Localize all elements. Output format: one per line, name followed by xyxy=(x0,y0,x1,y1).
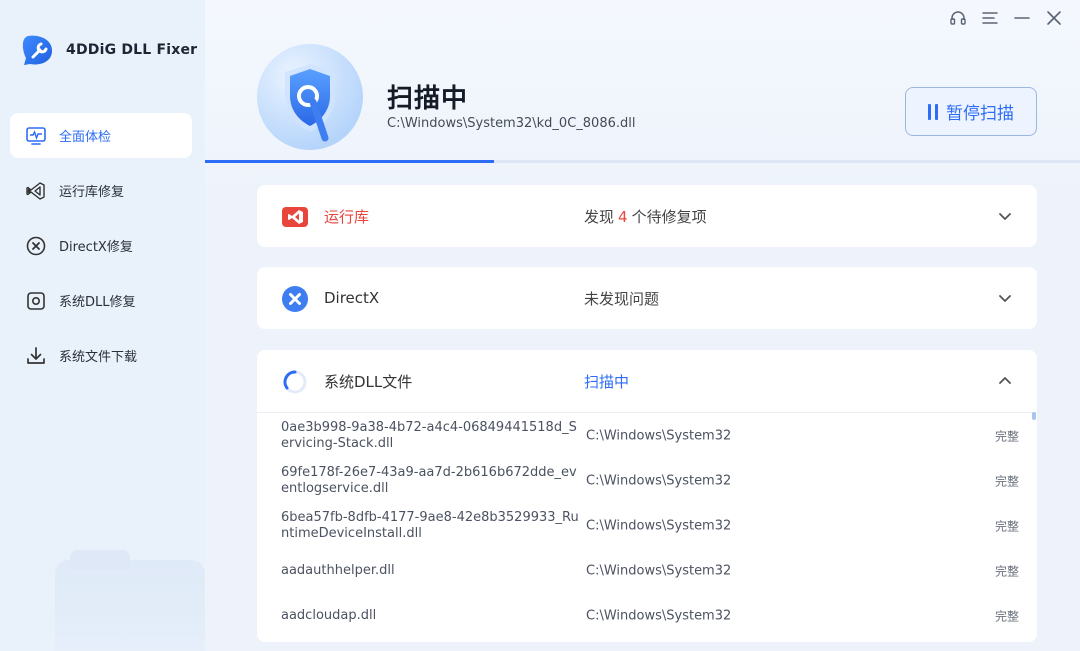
scan-progress-fill xyxy=(205,160,494,163)
current-scan-file: C:\Windows\System32\kd_0C_8086.dll xyxy=(387,116,636,131)
sidebar-item-label: 系统文件下载 xyxy=(59,350,138,365)
dll-file-name: aadcloudap.dll xyxy=(281,607,377,623)
dll-file-state: 完整 xyxy=(994,429,1019,443)
runtime-card-header[interactable]: 运行库 发现 4 个待修复项 xyxy=(257,185,1037,247)
table-row: 69fe178f-26e7-43a9-aa7d-2b616b672dde_eve… xyxy=(257,458,1037,503)
menu-icon[interactable] xyxy=(980,8,1000,28)
runtime-card-status: 发现 4 个待修复项 xyxy=(584,206,707,227)
runtime-issue-count: 4 xyxy=(618,207,628,226)
minimize-icon[interactable] xyxy=(1012,8,1032,28)
app-logo-icon xyxy=(22,35,53,65)
sidebar-item-directx-repair[interactable]: DirectX修复 xyxy=(10,223,192,268)
main-panel: 扫描中 C:\Windows\System32\kd_0C_8086.dll 暂… xyxy=(205,0,1080,651)
sidebar-item-label: 系统DLL修复 xyxy=(59,295,136,310)
directx-card-title: DirectX xyxy=(324,289,380,307)
runtime-card-title: 运行库 xyxy=(324,207,370,226)
sidebar-item-label: DirectX修复 xyxy=(59,240,133,255)
pause-scan-label: 暂停扫描 xyxy=(946,104,1014,124)
table-row: 6bea57fb-8dfb-4177-9ae8-42e8b3529933_Run… xyxy=(257,503,1037,548)
pause-scan-button[interactable]: 暂停扫描 xyxy=(905,87,1037,136)
system-dll-card-status: 扫描中 xyxy=(584,372,630,391)
scan-progress-bar xyxy=(205,160,1080,163)
scan-status-title: 扫描中 xyxy=(387,84,469,114)
sidebar-item-runtime-repair[interactable]: 运行库修复 xyxy=(10,168,192,213)
dll-file-name: 69fe178f-26e7-43a9-aa7d-2b616b672dde_eve… xyxy=(281,464,577,496)
sidebar-item-label: 全面体检 xyxy=(59,130,112,145)
visual-studio-red-icon xyxy=(281,203,309,231)
dll-file-name: aadauthhelper.dll xyxy=(281,562,395,578)
download-icon xyxy=(25,345,47,367)
close-icon[interactable] xyxy=(1044,8,1064,28)
dll-file-state: 完整 xyxy=(994,519,1019,533)
runtime-card[interactable]: 运行库 发现 4 个待修复项 xyxy=(257,185,1037,247)
gear-box-icon xyxy=(25,290,47,312)
pause-icon xyxy=(928,103,938,120)
brand: 4DDiG DLL Fixer xyxy=(20,32,197,68)
loading-spinner-icon xyxy=(281,368,309,396)
system-dll-card[interactable]: 系统DLL文件 扫描中 0ae3b998-9a38-4b72-a4c4-0684… xyxy=(257,350,1037,642)
directx-card-header[interactable]: DirectX 未发现问题 xyxy=(257,267,1037,329)
monitor-pulse-icon xyxy=(25,125,47,147)
sidebar-item-full-scan[interactable]: 全面体检 xyxy=(10,113,192,158)
sidebar-nav: 全面体检 运行库修复 DirectX修复 系统DLL修复 系统文件下载 xyxy=(10,113,192,388)
table-row: aadauthhelper.dll C:\Windows\System32 完整 xyxy=(257,548,1037,593)
sidebar-item-label: 运行库修复 xyxy=(59,185,125,200)
directx-icon xyxy=(25,235,47,257)
folder-illustration xyxy=(55,550,205,651)
system-dll-card-title: 系统DLL文件 xyxy=(324,372,413,391)
dll-file-path: C:\Windows\System32 xyxy=(586,608,732,623)
sidebar: 4DDiG DLL Fixer 全面体检 运行库修复 DirectX修复 系统D… xyxy=(0,0,205,651)
sidebar-item-system-file-download[interactable]: 系统文件下载 xyxy=(10,333,192,378)
runtime-status-suffix: 个待修复项 xyxy=(631,207,707,226)
dll-file-name: 6bea57fb-8dfb-4177-9ae8-42e8b3529933_Run… xyxy=(281,509,579,541)
system-dll-card-header[interactable]: 系统DLL文件 扫描中 xyxy=(257,350,1037,412)
dll-file-state: 完整 xyxy=(994,564,1019,578)
dll-file-state: 完整 xyxy=(994,474,1019,488)
table-row: aadcloudap.dll C:\Windows\System32 完整 xyxy=(257,593,1037,638)
dll-file-path: C:\Windows\System32 xyxy=(586,473,732,488)
chevron-down-icon[interactable] xyxy=(997,290,1013,306)
dll-file-path: C:\Windows\System32 xyxy=(586,428,732,443)
runtime-status-prefix: 发现 xyxy=(584,207,615,226)
dll-file-path: C:\Windows\System32 xyxy=(586,563,732,578)
window-controls xyxy=(948,8,1064,28)
dll-file-path: C:\Windows\System32 xyxy=(586,518,732,533)
directx-blue-icon xyxy=(281,285,309,313)
chevron-up-icon[interactable] xyxy=(997,373,1013,389)
headset-icon[interactable] xyxy=(948,8,968,28)
visual-studio-icon xyxy=(25,180,47,202)
app-title: 4DDiG DLL Fixer xyxy=(66,42,198,58)
table-row: 0ae3b998-9a38-4b72-a4c4-06849441518d_Ser… xyxy=(257,413,1037,458)
shield-scan-icon xyxy=(285,64,335,142)
dll-file-state: 完整 xyxy=(994,609,1019,623)
chevron-down-icon[interactable] xyxy=(997,208,1013,224)
directx-card-status: 未发现问题 xyxy=(584,289,660,308)
scan-shield-illustration xyxy=(257,44,363,150)
directx-card[interactable]: DirectX 未发现问题 xyxy=(257,267,1037,329)
dll-file-name: 0ae3b998-9a38-4b72-a4c4-06849441518d_Ser… xyxy=(281,419,577,451)
sidebar-item-system-dll-repair[interactable]: 系统DLL修复 xyxy=(10,278,192,323)
